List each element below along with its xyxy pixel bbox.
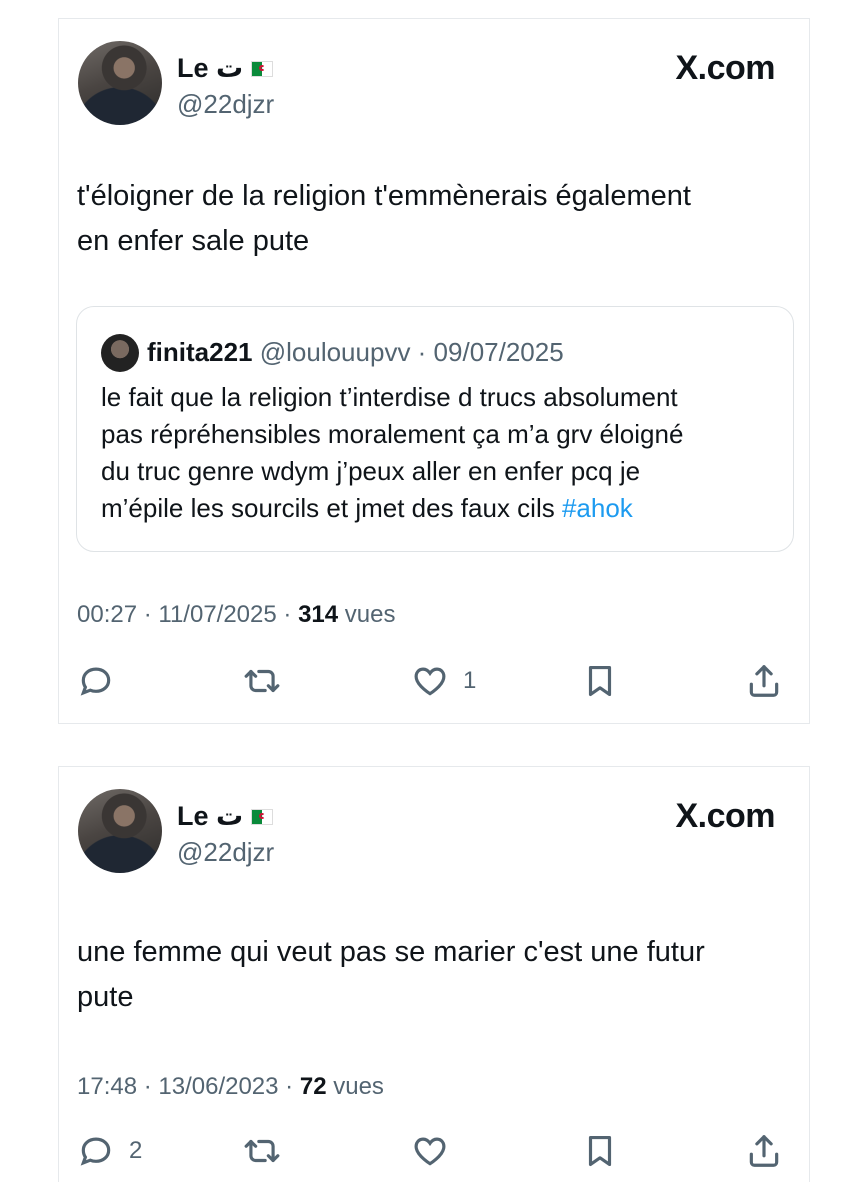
- quoted-header: finita221 @loulouupvv · 09/07/2025: [147, 337, 564, 368]
- timestamp[interactable]: 00:27 · 11/07/2025 ·: [77, 601, 298, 628]
- action-bar: 2: [77, 1131, 793, 1171]
- retweet-button[interactable]: [243, 661, 295, 701]
- bookmark-icon: [588, 665, 612, 697]
- quoted-text: le fait que la religion t’interdise d tr…: [101, 379, 781, 527]
- quoted-text-line: du truc genre wdym j’peux aller en enfer…: [101, 456, 641, 486]
- like-button[interactable]: 1: [411, 661, 476, 701]
- share-icon: [749, 665, 779, 697]
- views-count: 314: [298, 601, 339, 628]
- x-com-logo-text: X.com: [675, 797, 775, 835]
- retweet-icon: [244, 1139, 280, 1163]
- avatar[interactable]: [78, 789, 162, 873]
- views-label: vues: [326, 1073, 384, 1100]
- reply-icon: [80, 1137, 111, 1166]
- tweet-text: t'éloigner de la religion t'emmènerais é…: [77, 174, 787, 264]
- quoted-text-line: le fait que la religion t’interdise d tr…: [101, 382, 678, 412]
- author-name-row: Le ت: [177, 53, 274, 84]
- share-button[interactable]: [745, 1131, 783, 1171]
- author-handle[interactable]: @22djzr: [177, 89, 274, 120]
- tweet-card-2[interactable]: Le ت @22djzr X.com une femme qui veut pa…: [58, 766, 810, 1182]
- like-count: 1: [463, 667, 477, 694]
- hashtag-link[interactable]: #ahok: [562, 493, 633, 523]
- quoted-handle-date: @loulouupvv · 09/07/2025: [259, 337, 564, 367]
- algeria-flag-icon: [251, 60, 274, 77]
- bookmark-button[interactable]: [581, 1131, 619, 1171]
- bookmark-icon: [588, 1135, 612, 1167]
- x-com-logo[interactable]: X.com: [675, 49, 775, 88]
- like-button[interactable]: [411, 1131, 463, 1171]
- reply-button[interactable]: 2: [77, 1131, 142, 1171]
- algeria-flag-icon: [251, 808, 274, 825]
- tweet-meta: 00:27 · 11/07/2025 · 314 vues: [77, 601, 395, 629]
- reply-count: 2: [129, 1137, 143, 1164]
- timestamp[interactable]: 17:48 · 13/06/2023 ·: [77, 1073, 300, 1100]
- author-name[interactable]: Le ت: [177, 53, 243, 84]
- tweet-card-1[interactable]: Le ت @22djzr X.com t'éloigner de la reli…: [58, 18, 810, 724]
- quoted-text-fragment: m’épile les sourcils et jmet des faux ci…: [101, 493, 562, 523]
- quoted-text-line: pas répréhensibles moralement ça m’a grv…: [101, 419, 684, 449]
- x-com-logo[interactable]: X.com: [675, 797, 775, 836]
- tweet-text-line: en enfer sale pute: [77, 225, 310, 257]
- views-count: 72: [299, 1073, 327, 1100]
- tweet-text-line: pute: [77, 981, 134, 1013]
- quoted-text-line: m’épile les sourcils et jmet des faux ci…: [101, 490, 781, 527]
- like-icon: [414, 1137, 446, 1166]
- avatar[interactable]: [78, 41, 162, 125]
- author-name[interactable]: Le ت: [177, 801, 243, 832]
- x-com-logo-text: X.com: [675, 49, 775, 87]
- author-name-row: Le ت: [177, 801, 274, 832]
- tweet-text: une femme qui veut pas se marier c'est u…: [77, 930, 787, 1020]
- author-handle[interactable]: @22djzr: [177, 837, 274, 868]
- retweet-button[interactable]: [243, 1131, 295, 1171]
- reply-icon: [80, 667, 111, 696]
- views-label: vues: [338, 601, 396, 628]
- retweet-icon: [244, 669, 280, 693]
- tweet-text-line: t'éloigner de la religion t'emmènerais é…: [77, 180, 691, 212]
- share-button[interactable]: [745, 661, 783, 701]
- reply-button[interactable]: [77, 661, 129, 701]
- tweet-text-line: une femme qui veut pas se marier c'est u…: [77, 936, 705, 968]
- quoted-avatar: [101, 334, 139, 372]
- quoted-author-name: finita221: [147, 337, 253, 367]
- bookmark-button[interactable]: [581, 661, 619, 701]
- action-bar: 1: [77, 661, 793, 701]
- share-icon: [749, 1135, 779, 1167]
- quoted-tweet[interactable]: finita221 @loulouupvv · 09/07/2025 le fa…: [76, 306, 794, 552]
- like-icon: [414, 667, 446, 696]
- tweet-meta: 17:48 · 13/06/2023 · 72 vues: [77, 1073, 384, 1101]
